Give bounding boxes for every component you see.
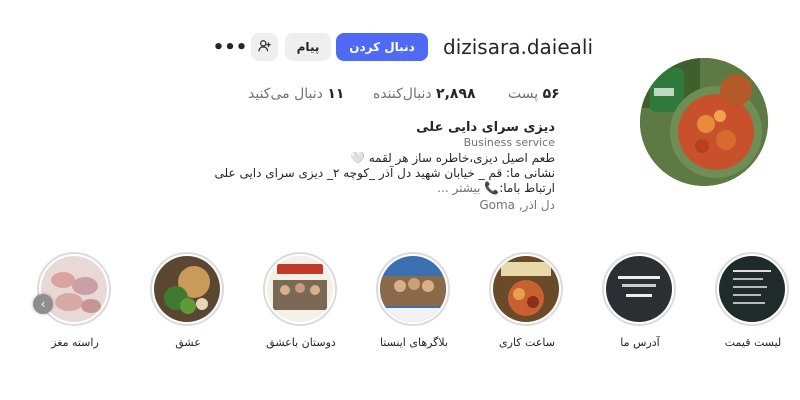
highlight-item[interactable]: لیست قیمت — [715, 252, 791, 349]
suggest-people-button[interactable] — [251, 33, 278, 61]
highlight-item[interactable]: بلاگرهای اینستا — [376, 252, 452, 349]
bio-more-link[interactable]: بیشتر ... — [437, 181, 480, 195]
posts-count: ۵۶ — [542, 86, 560, 102]
highlight-label: ساعت کاری — [499, 336, 555, 349]
following-count: ۱۱ — [327, 86, 345, 102]
highlight-item[interactable]: دوستان باعشق — [263, 252, 339, 349]
highlight-label: عشق — [175, 336, 201, 349]
highlight-label: راسته مغز — [51, 336, 99, 349]
highlight-label: لیست قیمت — [724, 336, 782, 349]
highlight-item[interactable]: عشق — [150, 252, 226, 349]
group-photo-icon — [380, 256, 446, 322]
friends-photo-icon — [267, 256, 333, 322]
highlights-prev-button[interactable]: ‹ — [33, 294, 53, 314]
food-plate-icon — [493, 256, 559, 322]
more-options-button[interactable]: ••• — [213, 33, 248, 61]
highlight-item[interactable]: آدرس ما — [602, 252, 678, 349]
bio-location[interactable]: دل اذر, Goma — [479, 198, 555, 212]
menu-board-icon — [719, 256, 785, 322]
bio-full-name: دیزی سرای دایی علی — [416, 120, 555, 135]
profile-avatar[interactable] — [640, 58, 768, 186]
raw-meat-icon — [41, 256, 107, 322]
following-label: دنبال می‌کنید — [248, 86, 323, 102]
followers-stat[interactable]: ۲,۸۹۸ دنبال‌کننده — [373, 86, 476, 106]
highlight-label: دوستان باعشق — [266, 336, 336, 349]
chevron-left-icon: ‹ — [40, 297, 46, 311]
bio-line-1: طعم اصیل دیزی،خاطره ساز هر لقمه 🤍 — [349, 151, 555, 165]
bio-line-2: نشانی ما: قم _ خیابان شهید دل آذر _کوچه … — [214, 166, 556, 180]
highlight-label: بلاگرهای اینستا — [379, 336, 449, 349]
follow-button[interactable]: دنبال کردن — [336, 33, 428, 61]
dizi-bowl-image — [640, 58, 768, 186]
highlight-label: آدرس ما — [620, 336, 660, 349]
bio-line-3: ارتباط باما:📞 بیشتر ... — [437, 181, 555, 195]
posts-label: پست — [508, 86, 539, 102]
bread-herbs-icon — [154, 256, 220, 322]
posts-stat: ۵۶ پست — [508, 86, 560, 106]
person-add-icon — [257, 39, 272, 56]
highlight-item[interactable]: ساعت کاری — [489, 252, 565, 349]
profile-username: dizisara.daieali — [443, 35, 593, 59]
address-card-icon — [606, 256, 672, 322]
bio-category: Business service — [463, 136, 555, 149]
message-button[interactable]: پیام — [285, 33, 331, 61]
followers-count: ۲,۸۹۸ — [436, 86, 476, 102]
bio-contact-text: ارتباط باما:📞 — [484, 181, 555, 195]
following-stat[interactable]: ۱۱ دنبال می‌کنید — [248, 86, 344, 106]
followers-label: دنبال‌کننده — [373, 86, 432, 102]
